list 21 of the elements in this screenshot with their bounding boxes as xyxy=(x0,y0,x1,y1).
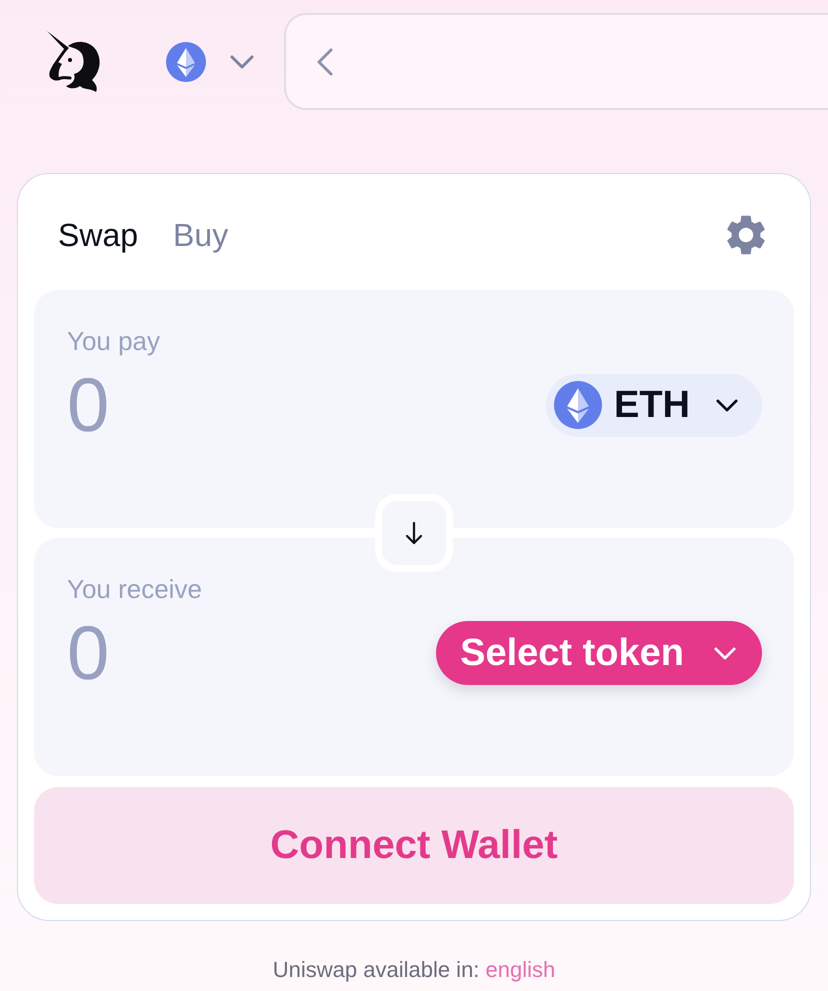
connect-wallet-button[interactable]: Connect Wallet xyxy=(34,787,794,904)
network-selector[interactable] xyxy=(166,42,254,82)
settings-icon[interactable] xyxy=(727,215,765,255)
unicorn-icon[interactable] xyxy=(44,30,102,94)
chevron-down-icon xyxy=(716,398,738,412)
amount-field[interactable]: 0 xyxy=(67,365,327,445)
eth-icon xyxy=(554,381,602,429)
token-selector[interactable]: ETH xyxy=(546,374,762,436)
chevron-left-icon[interactable] xyxy=(317,48,333,76)
panel-label: You receive xyxy=(67,574,202,604)
amount-field[interactable]: 0 xyxy=(67,613,327,693)
tab[interactable]: Swap xyxy=(58,216,138,254)
arrow-down-icon xyxy=(404,521,424,545)
panel-label: You pay xyxy=(67,326,160,356)
chevron-down-icon xyxy=(230,54,254,68)
tab[interactable]: Buy xyxy=(173,216,228,254)
language-link[interactable]: english xyxy=(486,957,556,982)
select-token-button[interactable]: Select token xyxy=(436,621,762,685)
language-notice: Uniswap available in: english xyxy=(272,957,556,983)
chevron-down-icon xyxy=(714,646,736,660)
eth-icon xyxy=(166,42,206,82)
